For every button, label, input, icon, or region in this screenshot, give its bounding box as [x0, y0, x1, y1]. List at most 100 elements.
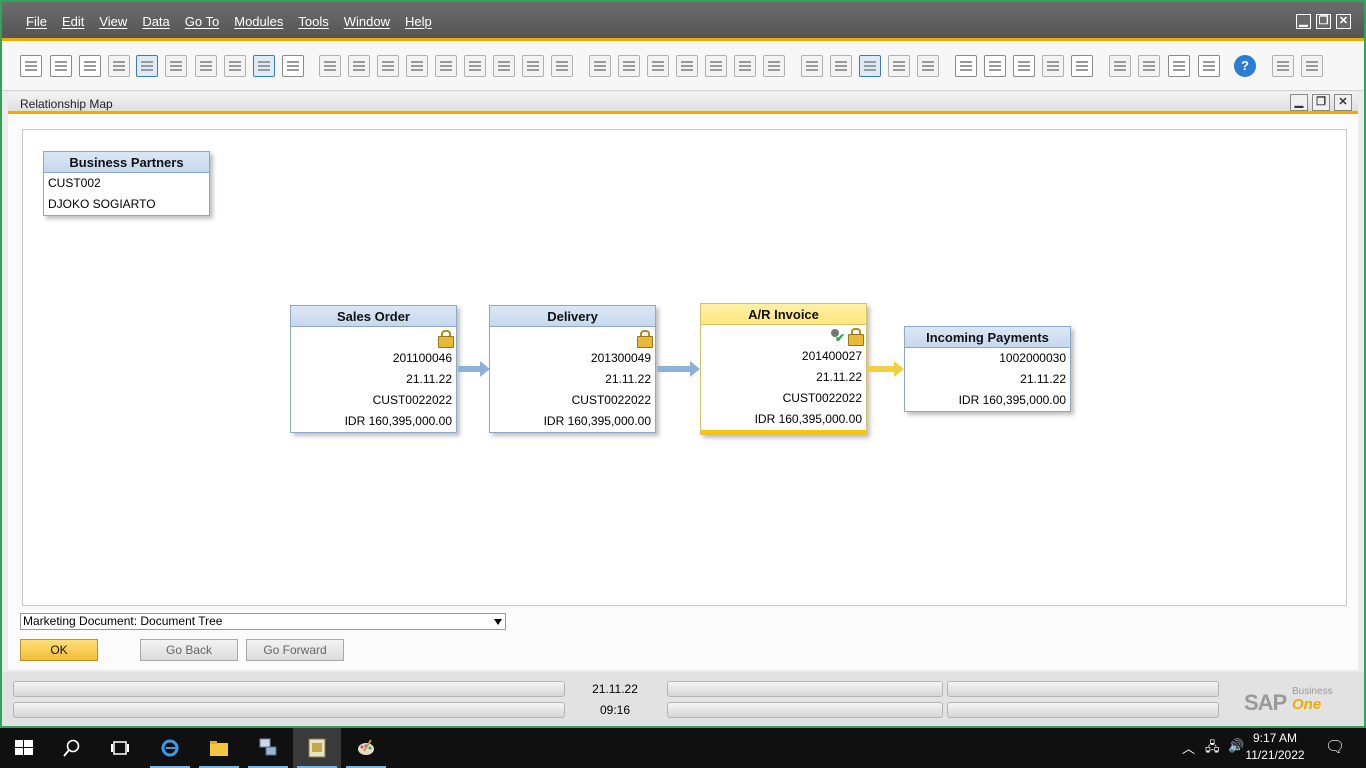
move-icon[interactable]	[253, 55, 275, 77]
taskbar-paint[interactable]	[342, 728, 390, 768]
menu-modules[interactable]: Modules	[234, 14, 283, 29]
delivery-box[interactable]: Delivery 201300049 21.11.22 CUST0022022 …	[489, 305, 656, 433]
print-preview-icon[interactable]	[20, 55, 42, 77]
menu-tools[interactable]: Tools	[298, 14, 328, 29]
logo-one: One	[1292, 696, 1322, 713]
word-icon[interactable]	[195, 55, 217, 77]
pdf-icon[interactable]	[224, 55, 246, 77]
taskbar-internet-explorer[interactable]	[146, 728, 194, 768]
reply-icon[interactable]	[917, 55, 939, 77]
status-field-4	[13, 702, 565, 718]
business-partner-header: Business Partners	[44, 152, 209, 173]
window-close-icon[interactable]: ✕	[1334, 94, 1352, 111]
message-icon[interactable]	[888, 55, 910, 77]
document-settings-icon[interactable]	[763, 55, 785, 77]
incoming-payments-amount: IDR 160,395,000.00	[958, 393, 1066, 407]
user-icon[interactable]	[1071, 55, 1093, 77]
taskbar-sap-business-one[interactable]	[293, 728, 341, 768]
window-title-bar[interactable]: Relationship Map ▁ ❐ ✕	[8, 92, 1358, 114]
sap-business-one-logo: SAP Business One	[1244, 686, 1344, 716]
journal-icon[interactable]	[734, 55, 756, 77]
fax-icon[interactable]	[136, 55, 158, 77]
first-record-icon[interactable]	[377, 55, 399, 77]
menu-window[interactable]: Window	[344, 14, 390, 29]
show-hidden-icons-icon[interactable]: ︿	[1182, 738, 1195, 757]
reports-icon[interactable]	[1138, 55, 1160, 77]
previous-record-icon[interactable]	[406, 55, 428, 77]
app-minimize-icon[interactable]: ▁	[1296, 14, 1311, 29]
refresh-icon[interactable]	[493, 55, 515, 77]
dropdown-arrow-icon[interactable]	[494, 619, 502, 625]
draw-icon[interactable]	[705, 55, 727, 77]
last-record-icon[interactable]	[464, 55, 486, 77]
menu-goto[interactable]: Go To	[185, 14, 219, 29]
go-forward-button[interactable]: Go Forward	[246, 639, 344, 661]
mail-icon[interactable]	[984, 55, 1006, 77]
layout-icon[interactable]	[647, 55, 669, 77]
window-restore-icon[interactable]: ❐	[1312, 94, 1330, 111]
go-back-button[interactable]: Go Back	[140, 639, 238, 661]
ar-invoice-box[interactable]: A/R Invoice 201400027 21.11.22 CUST00220…	[700, 303, 867, 435]
export-icon[interactable]	[108, 55, 130, 77]
calendar-icon[interactable]	[955, 55, 977, 77]
delivery-date: 21.11.22	[605, 372, 651, 386]
taskbar-clock[interactable]: 9:17 AM 11/21/2022	[1245, 730, 1305, 764]
incoming-payments-number: 1002000030	[999, 351, 1066, 365]
status-time: 09:16	[599, 703, 631, 717]
delivery-amount: IDR 160,395,000.00	[543, 414, 651, 428]
start-button[interactable]	[0, 728, 48, 768]
sap-b1-window: File Edit View Data Go To Modules Tools …	[0, 0, 1366, 728]
find-icon[interactable]	[319, 55, 341, 77]
sort-icon[interactable]	[551, 55, 573, 77]
queries-icon[interactable]	[1109, 55, 1131, 77]
incoming-payments-header: Incoming Payments	[905, 327, 1070, 348]
ar-invoice-icons	[701, 325, 866, 346]
logo-sap: SAP	[1244, 690, 1287, 715]
excel-icon[interactable]	[165, 55, 187, 77]
add-icon[interactable]	[348, 55, 370, 77]
incoming-payments-date: 21.11.22	[1020, 372, 1066, 386]
view-type-select[interactable]: Marketing Document: Document Tree	[20, 613, 506, 630]
menu-edit[interactable]: Edit	[62, 14, 84, 29]
sales-order-box[interactable]: Sales Order 201100046 21.11.22 CUST00220…	[290, 305, 457, 433]
menu-help[interactable]: Help	[405, 14, 432, 29]
task-view-button[interactable]	[96, 728, 144, 768]
arrow-sales-order-to-delivery	[458, 361, 490, 377]
paint-palette-icon	[358, 739, 374, 755]
app-close-icon[interactable]: ✕	[1336, 14, 1351, 29]
network-status-icon[interactable]: 🖧	[1205, 738, 1220, 760]
more-2-icon[interactable]	[1301, 55, 1323, 77]
taskbar-file-explorer[interactable]	[195, 728, 243, 768]
main-menu: File Edit View Data Go To Modules Tools …	[26, 14, 447, 29]
lock-icon[interactable]	[282, 55, 304, 77]
alerts-icon[interactable]	[1013, 55, 1035, 77]
email-icon[interactable]	[79, 55, 101, 77]
gross-profit-icon[interactable]	[676, 55, 698, 77]
form-settings-icon[interactable]	[801, 55, 823, 77]
search-button[interactable]	[48, 728, 96, 768]
help-icon[interactable]: ?	[1234, 55, 1256, 77]
volume-icon[interactable]: 🔊	[1228, 738, 1244, 754]
filter-icon[interactable]	[522, 55, 544, 77]
menu-data[interactable]: Data	[142, 14, 169, 29]
target-document-icon[interactable]	[618, 55, 640, 77]
menu-file[interactable]: File	[26, 14, 47, 29]
app-restore-icon[interactable]: ❐	[1316, 14, 1331, 29]
settings-icon[interactable]	[830, 55, 852, 77]
approval-icon[interactable]	[1198, 55, 1220, 77]
window-minimize-icon[interactable]: ▁	[1290, 94, 1308, 111]
ok-button[interactable]: OK	[20, 639, 98, 661]
payment-icon[interactable]	[1168, 55, 1190, 77]
base-document-icon[interactable]	[589, 55, 611, 77]
incoming-payments-box[interactable]: Incoming Payments 1002000030 21.11.22 ID…	[904, 326, 1071, 412]
notifications-icon[interactable]: 🗨	[1325, 737, 1345, 757]
more-1-icon[interactable]	[1272, 55, 1294, 77]
database-icon[interactable]	[859, 55, 881, 77]
print-icon[interactable]	[50, 55, 72, 77]
lock-icon	[848, 328, 864, 346]
business-partner-box[interactable]: Business Partners CUST002 DJOKO SOGIARTO	[43, 151, 210, 216]
taskbar-network-app[interactable]	[244, 728, 292, 768]
next-record-icon[interactable]	[435, 55, 457, 77]
menu-view[interactable]: View	[99, 14, 127, 29]
org-icon[interactable]	[1042, 55, 1064, 77]
